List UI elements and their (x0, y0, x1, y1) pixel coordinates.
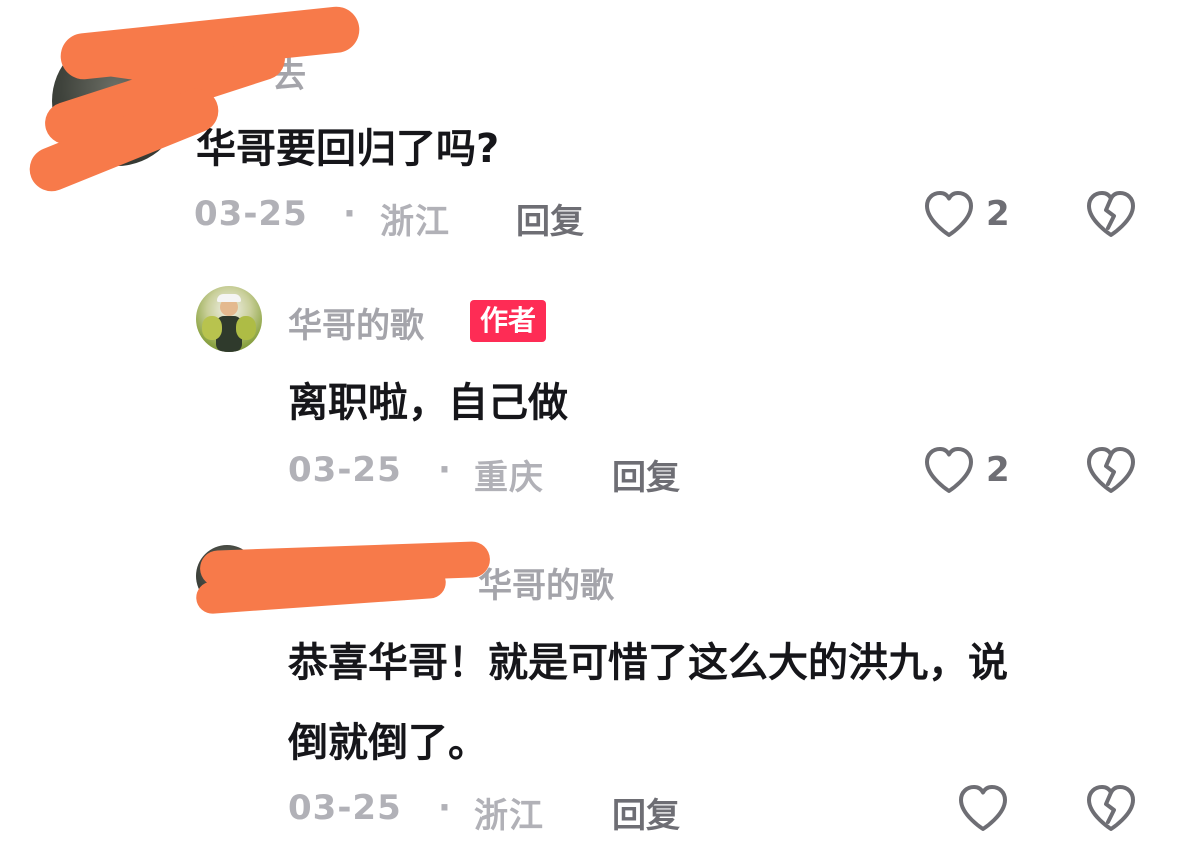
reply-button[interactable]: 回复 (612, 788, 680, 837)
author-avatar[interactable] (196, 286, 262, 352)
comment-date: 03-25 (288, 450, 402, 490)
reply-button[interactable]: 回复 (612, 450, 680, 499)
heart-outline-icon[interactable] (922, 190, 976, 240)
comment-location: 重庆 (474, 458, 544, 498)
reply-button[interactable]: 回复 (516, 194, 584, 243)
heart-outline-icon[interactable] (956, 784, 1010, 834)
author-badge: 作者 (470, 300, 547, 342)
comment-date: 03-25 (194, 194, 308, 234)
meta-separator: · (438, 450, 452, 490)
author-name[interactable]: 华哥的歌 (288, 298, 424, 347)
broken-heart-icon[interactable] (1084, 784, 1138, 834)
broken-heart-icon[interactable] (1084, 190, 1138, 240)
reply-to-name[interactable]: 华哥的歌 (478, 558, 614, 607)
comment-date: 03-25 (288, 788, 402, 828)
comment-text: 恭喜华哥！就是可惜了这么大的洪九，说 (288, 640, 1008, 686)
like-count: 2 (986, 194, 1010, 234)
meta-separator: · (438, 788, 452, 828)
comment-location: 浙江 (380, 202, 450, 242)
meta-separator: · (343, 194, 357, 234)
comment-location: 浙江 (474, 796, 544, 836)
broken-heart-icon[interactable] (1084, 446, 1138, 496)
comment-text: 倒就倒了。 (288, 720, 488, 766)
like-count: 2 (986, 450, 1010, 490)
comment-text: 华哥要回归了吗? (196, 126, 500, 172)
heart-outline-icon[interactable] (922, 446, 976, 496)
comment-text: 离职啦，自己做 (288, 380, 568, 426)
